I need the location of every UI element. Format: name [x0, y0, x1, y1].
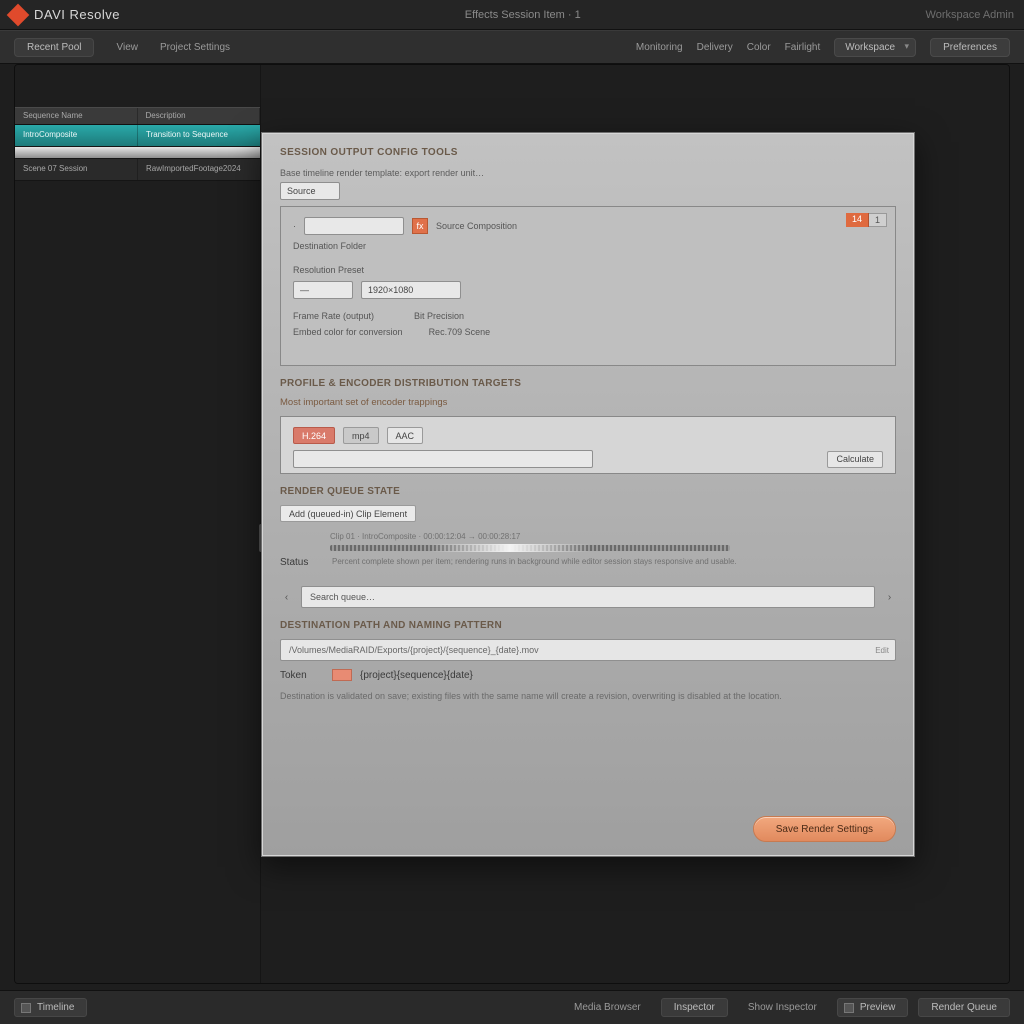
toolbar-item-delivery[interactable]: Delivery: [697, 42, 733, 53]
panel-row-label: ·: [293, 221, 296, 231]
section-subtitle: Base timeline render template: export re…: [280, 168, 896, 178]
source-prefix-field[interactable]: Source: [280, 182, 340, 200]
queue-search-input[interactable]: Search queue…: [301, 586, 875, 608]
codec-chip[interactable]: H.264: [293, 427, 335, 444]
app-name: DAVI Resolve: [34, 7, 120, 22]
legend-text: {project}{sequence}{date}: [360, 670, 473, 681]
add-clip-button[interactable]: Add (queued-in) Clip Element: [280, 505, 416, 522]
titlebar-center: Effects Session Item · 1: [120, 9, 926, 21]
fx-icon[interactable]: fx: [412, 218, 428, 234]
dropdown-stub[interactable]: —: [293, 281, 353, 299]
destination-edit-link[interactable]: Edit: [875, 646, 889, 655]
section-title: PROFILE & ENCODER DISTRIBUTION TARGETS: [280, 378, 896, 389]
queue-note: Percent complete shown per item; renderi…: [332, 557, 896, 567]
recent-pool-button[interactable]: Recent Pool: [14, 38, 94, 57]
timeline-label: Timeline: [37, 1002, 74, 1013]
list-row[interactable]: Scene 07 Session RawImportedFootage2024: [15, 159, 260, 181]
row-after-label: Source Composition: [436, 221, 517, 231]
bottom-item-render-queue[interactable]: Render Queue: [918, 998, 1010, 1017]
toolbar-item-fairlight[interactable]: Fairlight: [785, 42, 821, 53]
bottom-item-show-inspector[interactable]: Show Inspector: [738, 999, 827, 1016]
destination-path-value: /Volumes/MediaRAID/Exports/{project}/{se…: [289, 645, 539, 655]
encoder-panel: H.264 mp4 AAC Calculate: [280, 416, 896, 474]
field-label: Bit Precision: [414, 311, 464, 321]
row-label: Destination Folder: [293, 241, 366, 251]
bottom-item-inspector[interactable]: Inspector: [661, 998, 728, 1017]
field-value: Rec.709 Scene: [429, 327, 491, 337]
legend-label: Token: [280, 670, 324, 681]
list-header: Sequence Name Description: [15, 107, 260, 125]
bottombar: Timeline Media Browser Inspector Show In…: [0, 990, 1024, 1024]
audio-chip[interactable]: AAC: [387, 427, 424, 444]
queue-row-text: Clip 01 · IntroComposite · 00:00:12:04 →…: [330, 532, 896, 541]
list-row[interactable]: IntroComposite Transition to Sequence: [15, 125, 260, 147]
list-cell: IntroComposite: [15, 125, 137, 146]
nav-prev-icon[interactable]: ‹: [280, 586, 293, 608]
toolbar-item-project-settings[interactable]: Project Settings: [160, 42, 230, 53]
section-title: DESTINATION PATH AND NAMING PATTERN: [280, 620, 896, 631]
bitrate-field[interactable]: [293, 450, 593, 468]
list-row[interactable]: [15, 147, 260, 159]
bottom-item-media-browser[interactable]: Media Browser: [564, 999, 651, 1016]
workspace-dropdown[interactable]: Workspace: [834, 38, 916, 57]
list-cell: Scene 07 Session: [15, 159, 137, 180]
preview-icon: [844, 1003, 854, 1013]
left-panel: Sequence Name Description IntroComposite…: [15, 65, 261, 983]
field-label: Resolution Preset: [293, 265, 403, 275]
toolbar-item-view[interactable]: View: [116, 42, 138, 53]
footnote-text: Destination is validated on save; existi…: [280, 691, 896, 701]
settings-modal: SESSION OUTPUT CONFIG TOOLS Base timelin…: [261, 132, 915, 857]
calculate-button[interactable]: Calculate: [827, 451, 883, 468]
list-header-col1[interactable]: Sequence Name: [15, 108, 138, 124]
timeline-button[interactable]: Timeline: [14, 998, 87, 1017]
field-label: Frame Rate (output): [293, 311, 374, 321]
counter-value-b: 1: [869, 213, 887, 227]
panel-counter: 14 1: [846, 213, 887, 227]
toolbar-item-monitoring[interactable]: Monitoring: [636, 42, 683, 53]
queue-progress: [330, 545, 730, 551]
token-swatch-icon: [332, 669, 352, 681]
section-subtitle: Most important set of encoder trappings: [280, 397, 896, 408]
list-cell: RawImportedFootage2024: [137, 159, 260, 180]
destination-path-field[interactable]: /Volumes/MediaRAID/Exports/{project}/{se…: [280, 639, 896, 661]
row-field[interactable]: [304, 217, 404, 235]
field-label: Embed color for conversion: [293, 327, 403, 337]
preferences-button[interactable]: Preferences: [930, 38, 1010, 57]
counter-value-a: 14: [846, 213, 869, 227]
section-title: RENDER QUEUE STATE: [280, 486, 896, 497]
list-cell: Transition to Sequence: [137, 125, 260, 146]
main-toolbar: Recent Pool View Project Settings Monito…: [0, 30, 1024, 64]
timeline-icon: [21, 1003, 31, 1013]
container-chip[interactable]: mp4: [343, 427, 379, 444]
config-panel-1: 14 1 · fx Source Composition Destination…: [280, 206, 896, 366]
resolution-field[interactable]: 1920×1080: [361, 281, 461, 299]
titlebar: DAVI Resolve Effects Session Item · 1 Wo…: [0, 0, 1024, 30]
app-logo-icon: [7, 3, 30, 26]
nav-next-icon[interactable]: ›: [883, 586, 896, 608]
toolbar-item-color[interactable]: Color: [747, 42, 771, 53]
section-title: SESSION OUTPUT CONFIG TOOLS: [280, 147, 896, 158]
preview-label: Preview: [860, 1002, 896, 1013]
bottom-item-preview[interactable]: Preview: [837, 998, 909, 1017]
titlebar-right: Workspace Admin: [926, 9, 1014, 21]
status-label: Status: [280, 557, 324, 568]
list-header-col2[interactable]: Description: [138, 108, 261, 124]
save-button[interactable]: Save Render Settings: [753, 816, 896, 842]
